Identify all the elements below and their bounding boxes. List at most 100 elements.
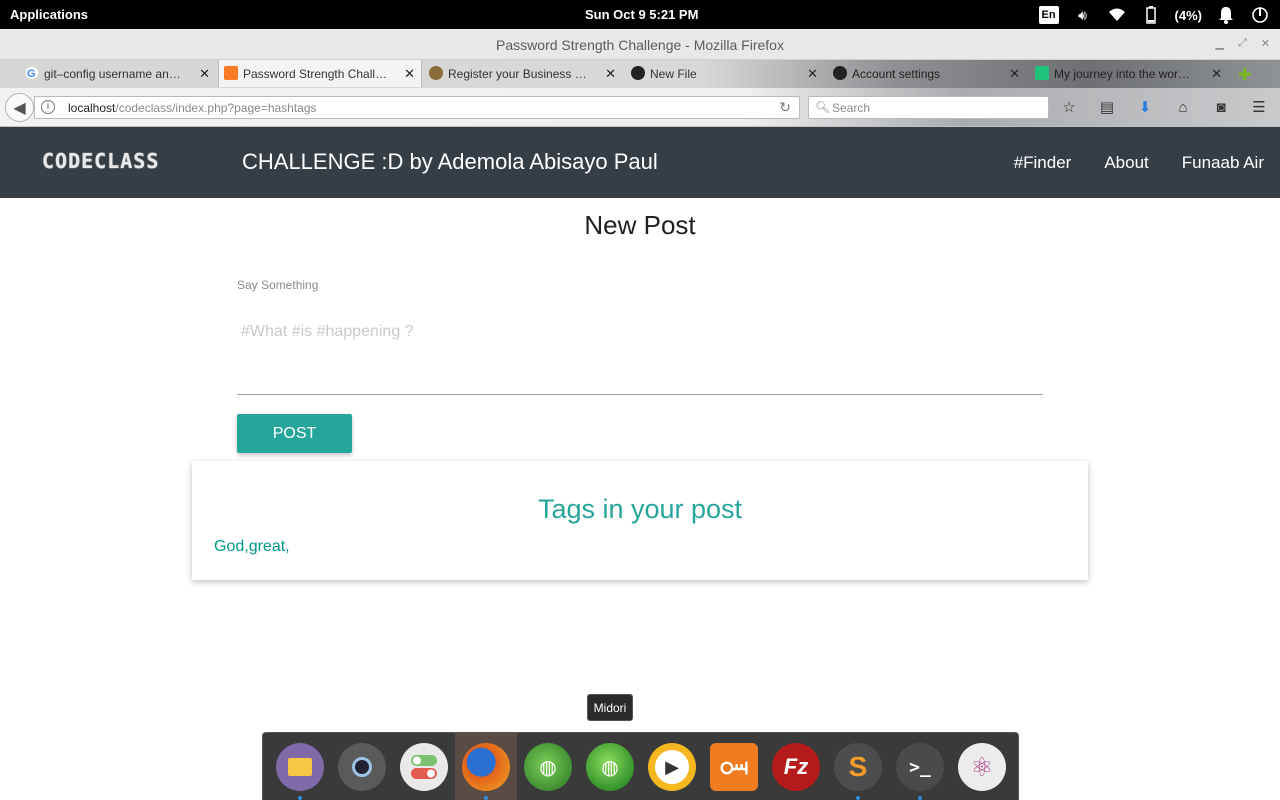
tab-git-config[interactable]: G git–config username an… ✕ [20,60,216,87]
home-icon[interactable]: ⌂ [1172,96,1194,118]
maximize-icon[interactable]: ⤢ [1238,37,1247,50]
dock-item-filezilla[interactable]: Fz [765,733,827,800]
window-title: Password Strength Challenge - Mozilla Fi… [496,37,784,53]
xampp-favicon-icon [224,66,238,80]
google-icon: G [25,66,39,80]
tab-strip: G git–config username an… ✕ Password Str… [0,60,1280,88]
site-info-icon[interactable]: i [41,100,55,114]
tab-label: Password Strength Chall… [243,66,388,81]
tab-label: My journey into the wor… [1054,66,1191,81]
dock-item-media-player[interactable]: ▶ [641,733,703,800]
page-title: New Post [584,210,696,240]
midori-icon: ◍ [586,743,634,791]
nav-finder-link[interactable]: #Finder [1014,153,1072,173]
download-icon[interactable]: ⬇ [1134,96,1156,118]
reload-icon[interactable]: ↻ [779,99,791,116]
close-tab-icon[interactable]: ✕ [1009,66,1020,82]
svg-text:G: G [27,68,36,79]
dock-tooltip: Midori [587,694,633,721]
wifi-icon[interactable] [1107,5,1127,25]
close-tab-icon[interactable]: ✕ [1211,66,1222,82]
dock-item-sublime[interactable]: S [827,733,889,800]
close-window-icon[interactable]: ✕ [1261,37,1270,50]
clock[interactable]: Sun Oct 9 5:21 PM [585,7,698,22]
dock: ◍ ◍ ▶ ꗢ Fz S >_ ⚛ [262,732,1019,800]
url-host: localhost [68,101,116,115]
url-bar[interactable]: i localhost/codeclass/index.php?page=has… [34,96,800,119]
medium-icon [1035,66,1049,80]
dock-item-xampp[interactable]: ꗢ [703,733,765,800]
dock-item-world[interactable]: ◍ [517,733,579,800]
pocket-icon[interactable]: ◙ [1210,96,1232,118]
toggle-switches-icon [400,743,448,791]
url-path: /codeclass/index.php?page=hashtags [115,101,317,115]
back-arrow-icon[interactable]: ◀ [5,93,34,122]
reading-list-icon[interactable]: ▤ [1096,96,1118,118]
site-brand[interactable]: CHALLENGE :D by Ademola Abisayo Paul [242,149,658,175]
camera-icon [338,743,386,791]
terminal-icon: >_ [896,743,944,791]
filezilla-icon: Fz [772,743,820,791]
dock-item-tweaks[interactable] [393,733,455,800]
tab-password-strength[interactable]: Password Strength Chall… ✕ [218,60,422,87]
minimize-icon[interactable]: ▁ [1216,37,1224,50]
tab-register-business[interactable]: Register your Business … ✕ [424,60,622,87]
bookmark-star-icon[interactable]: ☆ [1058,96,1080,118]
tab-label: git–config username an… [44,66,181,81]
search-icon: 🔍︎ [815,100,831,114]
toolbar-icons: ☆ ▤ ⬇ ⌂ ◙ ☰ [1058,96,1270,118]
post-button[interactable]: POST [237,414,352,453]
running-indicator [484,796,488,800]
globe-icon: ◍ [524,743,572,791]
battery-percentage: (4%) [1174,7,1202,23]
window-controls: ▁ ⤢ ✕ [1216,37,1271,50]
running-indicator [918,796,922,800]
site-logo[interactable]: CODECLASS [42,149,159,173]
dock-item-atom[interactable]: ⚛ [951,733,1013,800]
tab-new-file[interactable]: New File ✕ [626,60,824,87]
dock-item-files[interactable] [269,733,331,800]
files-icon [276,743,324,791]
search-input[interactable]: 🔍︎ Search [808,96,1049,119]
dock-item-midori[interactable]: ◍ [579,733,641,800]
github-icon [833,66,847,80]
close-tab-icon[interactable]: ✕ [605,66,616,82]
nav-funaab-air-link[interactable]: Funaab Air [1182,153,1264,173]
post-input[interactable] [237,315,1043,395]
window-title-bar: Password Strength Challenge - Mozilla Fi… [0,29,1280,60]
dock-item-firefox[interactable] [455,733,517,800]
xampp-icon: ꗢ [710,743,758,791]
dock-item-camera[interactable] [331,733,393,800]
applications-menu[interactable]: Applications [10,7,88,22]
tab-label: Account settings [852,66,941,81]
new-tab-icon[interactable]: ✚ [1238,65,1254,84]
github-icon [631,66,645,80]
keyboard-layout-indicator[interactable]: En [1038,6,1059,24]
tags-card: Tags in your post God,great, [192,461,1088,580]
running-indicator [856,796,860,800]
battery-icon[interactable] [1141,5,1161,25]
close-tab-icon[interactable]: ✕ [199,66,210,82]
sublime-text-icon: S [834,743,882,791]
system-top-bar: Applications Sun Oct 9 5:21 PM En 🔊︎ (4%… [0,0,1280,29]
close-tab-icon[interactable]: ✕ [404,66,415,82]
power-settings-icon[interactable] [1250,5,1270,25]
post-input-label: Say Something [237,278,319,292]
volume-icon[interactable]: 🔊︎ [1073,5,1093,25]
notifications-bell-icon[interactable] [1216,5,1236,25]
dock-item-terminal[interactable]: >_ [889,733,951,800]
running-indicator [298,796,302,800]
tab-account-settings[interactable]: Account settings ✕ [828,60,1026,87]
tab-my-journey[interactable]: My journey into the wor… ✕ [1030,60,1228,87]
hamburger-menu-icon[interactable]: ☰ [1248,96,1270,118]
site-nav: #Finder About Funaab Air [1014,153,1264,173]
search-placeholder: Search [832,101,871,115]
firefox-icon [462,743,510,791]
close-tab-icon[interactable]: ✕ [807,66,818,82]
tags-heading: Tags in your post [537,494,743,524]
user-favicon-icon [429,66,443,80]
nav-about-link[interactable]: About [1104,153,1148,173]
url-text: localhost/codeclass/index.php?page=hasht… [68,101,317,115]
tags-list: God,great, [214,538,290,555]
play-icon: ▶ [648,743,696,791]
